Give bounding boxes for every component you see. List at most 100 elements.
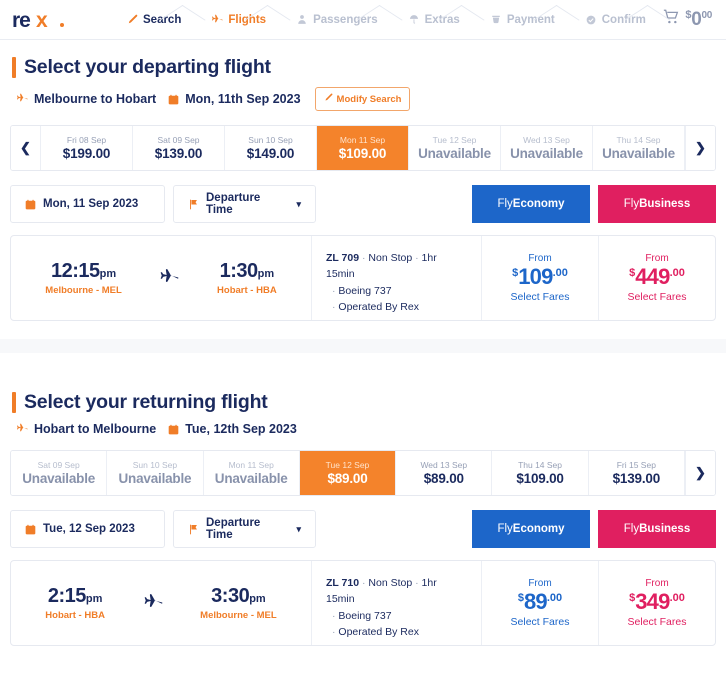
date-cell[interactable]: Sat 09 Sep Unavailable [11,451,108,495]
date-cell-selected[interactable]: Mon 11 Sep $109.00 [317,126,409,170]
select-fares-link[interactable]: Select Fares [511,291,570,303]
plane-icon [16,423,28,435]
fly-economy-button-departing[interactable]: Fly Economy [472,185,590,223]
arrival-block: 3:30pm Melbourne - MEL [200,585,277,621]
departing-date-picker[interactable]: Mon, 11 Sep 2023 [10,185,165,223]
cart-icon [663,9,680,30]
fare-from-label: From [528,252,552,264]
returning-filter-bar: Tue, 12 Sep 2023 Departure Time ▾ Fly Ec… [10,496,716,548]
departure-airport: Melbourne - MEL [45,284,122,296]
departing-bottom-pad [10,321,716,339]
returning-route: Hobart to Melbourne [34,422,157,436]
departure-time-value: 12:15 [50,259,100,282]
departing-date-picker-value: Mon, 11 Sep 2023 [43,198,139,210]
date-strip-next-button[interactable]: ❯ [685,126,715,170]
chevron-down-icon: ▾ [296,198,301,209]
date-cell-price: Unavailable [22,471,96,486]
date-strip-next-button[interactable]: ❯ [684,451,715,495]
date-cell[interactable]: Mon 11 Sep Unavailable [203,451,300,495]
plane-icon [211,14,223,26]
fare-from-label: From [645,252,669,264]
fly-business-strong: Business [639,198,691,210]
departing-business-fare[interactable]: From $449.00 Select Fares [598,236,715,320]
departing-date-strip: ❮ Fri 08 Sep $199.00 Sat 09 Sep $139.00 … [10,125,716,171]
arrival-block: 1:30pm Hobart - HBA [217,259,277,296]
flight-meta-line: ZL 709 · Non Stop · 1hr 15min [326,250,465,283]
fare-dollars: 109 [518,263,553,289]
fly-economy-button-returning[interactable]: Fly Economy [472,510,590,548]
umbrella-icon [408,14,420,26]
cart-total[interactable]: $000 [663,9,726,31]
fare-amount: $109.00 [512,263,568,289]
returning-times: 2:15pm Hobart - HBA 3:30pm Melbourne - M… [11,561,311,645]
step-confirm[interactable]: Confirm [569,0,660,40]
fare-cents: .00 [669,266,685,279]
returning-flight-card[interactable]: 2:15pm Hobart - HBA 3:30pm Melbourne - M… [10,560,716,646]
date-cell[interactable]: Tue 12 Sep Unavailable [409,126,501,170]
flight-number: ZL 710 [326,577,360,589]
departing-route: Melbourne to Hobart [34,92,157,106]
step-payment[interactable]: Payment [474,0,569,40]
fly-business-button-departing[interactable]: Fly Business [598,185,716,223]
departure-time-ampm: pm [99,267,117,280]
modify-search-button[interactable]: Modify Search [314,87,411,111]
fly-business-button-returning[interactable]: Fly Business [598,510,716,548]
departure-time: 12:15pm [45,259,122,282]
calendar-icon [168,424,179,435]
returning-economy-fare[interactable]: From $89.00 Select Fares [481,561,598,645]
date-cell[interactable]: Thu 14 Sep $109.00 [492,451,589,495]
step-search[interactable]: Search [110,0,195,40]
select-fares-link[interactable]: Select Fares [511,616,570,628]
section-gap [0,353,726,375]
plane-icon [16,93,28,105]
date-cell[interactable]: Thu 14 Sep Unavailable [593,126,685,170]
returning-title-row: Select your returning flight [12,375,716,414]
check-icon [585,14,597,26]
date-cell[interactable]: Wed 13 Sep Unavailable [501,126,593,170]
fly-economy-prefix: Fly [497,523,513,535]
separator-dot: · [415,577,419,589]
step-extras[interactable]: Extras [392,0,474,40]
date-cell[interactable]: Fri 15 Sep $139.00 [588,451,685,495]
date-cell[interactable]: Sat 09 Sep $139.00 [133,126,225,170]
date-cell[interactable]: Sun 10 Sep $149.00 [225,126,317,170]
departing-sort-select[interactable]: Departure Time ▾ [173,185,316,223]
separator-dot: · [362,577,366,589]
flight-operator: Operated By Rex [332,299,465,315]
step-passengers[interactable]: Passengers [280,0,392,40]
date-cell[interactable]: Wed 13 Sep $89.00 [396,451,493,495]
pencil-icon [126,14,138,26]
flight-number: ZL 709 [326,252,360,264]
returning-date-picker[interactable]: Tue, 12 Sep 2023 [10,510,165,548]
departing-sort-value: Departure Time [206,192,261,216]
flight-meta-line: ZL 710 · Non Stop · 1hr 15min [326,575,465,608]
step-flights[interactable]: Flights [195,0,280,40]
flag-icon [188,199,199,210]
departure-airport: Hobart - HBA [45,609,105,621]
arrival-airport: Melbourne - MEL [200,609,277,621]
fare-cents: .00 [669,591,685,604]
select-fares-link[interactable]: Select Fares [628,616,687,628]
date-cell[interactable]: Sun 10 Sep Unavailable [107,451,204,495]
returning-business-fare[interactable]: From $349.00 Select Fares [598,561,715,645]
arrival-time-value: 1:30 [219,259,259,282]
returning-sort-select[interactable]: Departure Time ▾ [173,510,316,548]
fly-business-strong: Business [639,523,691,535]
fly-economy-prefix: Fly [497,198,513,210]
date-cell-price: $139.00 [612,471,661,486]
select-fares-link[interactable]: Select Fares [628,291,687,303]
rex-logo[interactable]: re x [0,8,110,32]
flight-attributes: Boeing 737 Operated By Rex [326,283,465,316]
fly-business-prefix: Fly [623,523,640,535]
departing-economy-fare[interactable]: From $109.00 Select Fares [481,236,598,320]
date-cell-selected[interactable]: Tue 12 Sep $89.00 [299,451,397,495]
date-cell-day: Wed 13 Sep [420,460,468,470]
fare-cents: .00 [546,591,563,604]
date-cell[interactable]: Fri 08 Sep $199.00 [41,126,133,170]
step-label: Confirm [601,13,646,26]
chevron-down-icon: ▾ [296,523,301,534]
date-strip-prev-button[interactable]: ❮ [11,126,41,170]
plane-icon [142,593,164,613]
departing-flight-card[interactable]: 12:15pm Melbourne - MEL 1:30pm Hobart - … [10,235,716,321]
separator-dot: · [362,252,366,264]
